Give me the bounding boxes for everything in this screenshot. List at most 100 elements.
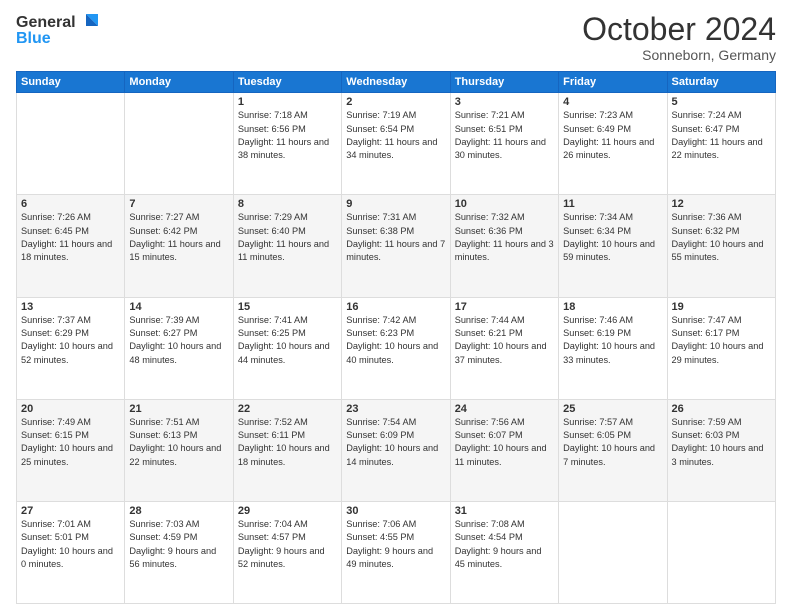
- cell-info: Sunrise: 7:21 AMSunset: 6:51 PMDaylight:…: [455, 109, 554, 162]
- weekday-header: Tuesday: [233, 72, 341, 93]
- cell-info: Sunrise: 7:26 AMSunset: 6:45 PMDaylight:…: [21, 211, 120, 264]
- calendar-cell: 11Sunrise: 7:34 AMSunset: 6:34 PMDayligh…: [559, 195, 667, 297]
- calendar: SundayMondayTuesdayWednesdayThursdayFrid…: [16, 71, 776, 604]
- cell-info: Sunrise: 7:24 AMSunset: 6:47 PMDaylight:…: [672, 109, 771, 162]
- cell-info: Sunrise: 7:59 AMSunset: 6:03 PMDaylight:…: [672, 416, 771, 469]
- cell-info: Sunrise: 7:49 AMSunset: 6:15 PMDaylight:…: [21, 416, 120, 469]
- cell-info: Sunrise: 7:23 AMSunset: 6:49 PMDaylight:…: [563, 109, 662, 162]
- cell-info: Sunrise: 7:56 AMSunset: 6:07 PMDaylight:…: [455, 416, 554, 469]
- cell-info: Sunrise: 7:04 AMSunset: 4:57 PMDaylight:…: [238, 518, 337, 571]
- cell-date-number: 23: [346, 403, 445, 415]
- calendar-cell: 9Sunrise: 7:31 AMSunset: 6:38 PMDaylight…: [342, 195, 450, 297]
- weekday-header: Wednesday: [342, 72, 450, 93]
- cell-date-number: 27: [21, 505, 120, 517]
- cell-date-number: 17: [455, 301, 554, 313]
- cell-date-number: 21: [129, 403, 228, 415]
- calendar-cell: [125, 93, 233, 195]
- calendar-cell: 12Sunrise: 7:36 AMSunset: 6:32 PMDayligh…: [667, 195, 775, 297]
- cell-info: Sunrise: 7:19 AMSunset: 6:54 PMDaylight:…: [346, 109, 445, 162]
- cell-info: Sunrise: 7:57 AMSunset: 6:05 PMDaylight:…: [563, 416, 662, 469]
- cell-date-number: 29: [238, 505, 337, 517]
- calendar-cell: 18Sunrise: 7:46 AMSunset: 6:19 PMDayligh…: [559, 297, 667, 399]
- cell-info: Sunrise: 7:31 AMSunset: 6:38 PMDaylight:…: [346, 211, 445, 264]
- weekday-header: Friday: [559, 72, 667, 93]
- calendar-cell: 8Sunrise: 7:29 AMSunset: 6:40 PMDaylight…: [233, 195, 341, 297]
- cell-date-number: 4: [563, 96, 662, 108]
- header: General Blue October 2024 Sonneborn, Ger…: [16, 12, 776, 63]
- cell-info: Sunrise: 7:29 AMSunset: 6:40 PMDaylight:…: [238, 211, 337, 264]
- cell-date-number: 3: [455, 96, 554, 108]
- location-subtitle: Sonneborn, Germany: [582, 47, 776, 63]
- cell-info: Sunrise: 7:51 AMSunset: 6:13 PMDaylight:…: [129, 416, 228, 469]
- cell-info: Sunrise: 7:39 AMSunset: 6:27 PMDaylight:…: [129, 314, 228, 367]
- weekday-header: Thursday: [450, 72, 558, 93]
- cell-info: Sunrise: 7:44 AMSunset: 6:21 PMDaylight:…: [455, 314, 554, 367]
- calendar-cell: 25Sunrise: 7:57 AMSunset: 6:05 PMDayligh…: [559, 399, 667, 501]
- calendar-cell: [17, 93, 125, 195]
- calendar-body: 1Sunrise: 7:18 AMSunset: 6:56 PMDaylight…: [17, 93, 776, 604]
- calendar-cell: 10Sunrise: 7:32 AMSunset: 6:36 PMDayligh…: [450, 195, 558, 297]
- calendar-cell: 6Sunrise: 7:26 AMSunset: 6:45 PMDaylight…: [17, 195, 125, 297]
- calendar-cell: 31Sunrise: 7:08 AMSunset: 4:54 PMDayligh…: [450, 501, 558, 603]
- cell-date-number: 5: [672, 96, 771, 108]
- calendar-cell: [559, 501, 667, 603]
- cell-info: Sunrise: 7:06 AMSunset: 4:55 PMDaylight:…: [346, 518, 445, 571]
- calendar-cell: [667, 501, 775, 603]
- calendar-cell: 26Sunrise: 7:59 AMSunset: 6:03 PMDayligh…: [667, 399, 775, 501]
- cell-info: Sunrise: 7:32 AMSunset: 6:36 PMDaylight:…: [455, 211, 554, 264]
- cell-date-number: 10: [455, 198, 554, 210]
- cell-date-number: 25: [563, 403, 662, 415]
- cell-info: Sunrise: 7:47 AMSunset: 6:17 PMDaylight:…: [672, 314, 771, 367]
- calendar-cell: 4Sunrise: 7:23 AMSunset: 6:49 PMDaylight…: [559, 93, 667, 195]
- cell-date-number: 22: [238, 403, 337, 415]
- cell-date-number: 9: [346, 198, 445, 210]
- calendar-cell: 20Sunrise: 7:49 AMSunset: 6:15 PMDayligh…: [17, 399, 125, 501]
- calendar-cell: 2Sunrise: 7:19 AMSunset: 6:54 PMDaylight…: [342, 93, 450, 195]
- cell-date-number: 15: [238, 301, 337, 313]
- cell-date-number: 1: [238, 96, 337, 108]
- cell-date-number: 7: [129, 198, 228, 210]
- cell-date-number: 19: [672, 301, 771, 313]
- cell-date-number: 14: [129, 301, 228, 313]
- month-title: October 2024: [582, 12, 776, 47]
- cell-date-number: 28: [129, 505, 228, 517]
- cell-date-number: 8: [238, 198, 337, 210]
- cell-info: Sunrise: 7:34 AMSunset: 6:34 PMDaylight:…: [563, 211, 662, 264]
- cell-date-number: 16: [346, 301, 445, 313]
- calendar-cell: 17Sunrise: 7:44 AMSunset: 6:21 PMDayligh…: [450, 297, 558, 399]
- calendar-cell: 22Sunrise: 7:52 AMSunset: 6:11 PMDayligh…: [233, 399, 341, 501]
- calendar-cell: 14Sunrise: 7:39 AMSunset: 6:27 PMDayligh…: [125, 297, 233, 399]
- cell-info: Sunrise: 7:41 AMSunset: 6:25 PMDaylight:…: [238, 314, 337, 367]
- calendar-cell: 7Sunrise: 7:27 AMSunset: 6:42 PMDaylight…: [125, 195, 233, 297]
- page: General Blue October 2024 Sonneborn, Ger…: [0, 0, 792, 612]
- cell-date-number: 2: [346, 96, 445, 108]
- weekday-header: Saturday: [667, 72, 775, 93]
- calendar-cell: 13Sunrise: 7:37 AMSunset: 6:29 PMDayligh…: [17, 297, 125, 399]
- cell-date-number: 11: [563, 198, 662, 210]
- cell-info: Sunrise: 7:54 AMSunset: 6:09 PMDaylight:…: [346, 416, 445, 469]
- calendar-cell: 15Sunrise: 7:41 AMSunset: 6:25 PMDayligh…: [233, 297, 341, 399]
- title-block: October 2024 Sonneborn, Germany: [582, 12, 776, 63]
- cell-info: Sunrise: 7:42 AMSunset: 6:23 PMDaylight:…: [346, 314, 445, 367]
- cell-date-number: 20: [21, 403, 120, 415]
- calendar-cell: 1Sunrise: 7:18 AMSunset: 6:56 PMDaylight…: [233, 93, 341, 195]
- cell-date-number: 12: [672, 198, 771, 210]
- cell-date-number: 13: [21, 301, 120, 313]
- cell-info: Sunrise: 7:27 AMSunset: 6:42 PMDaylight:…: [129, 211, 228, 264]
- calendar-cell: 28Sunrise: 7:03 AMSunset: 4:59 PMDayligh…: [125, 501, 233, 603]
- cell-info: Sunrise: 7:36 AMSunset: 6:32 PMDaylight:…: [672, 211, 771, 264]
- calendar-cell: 23Sunrise: 7:54 AMSunset: 6:09 PMDayligh…: [342, 399, 450, 501]
- cell-info: Sunrise: 7:18 AMSunset: 6:56 PMDaylight:…: [238, 109, 337, 162]
- calendar-cell: 27Sunrise: 7:01 AMSunset: 5:01 PMDayligh…: [17, 501, 125, 603]
- cell-info: Sunrise: 7:37 AMSunset: 6:29 PMDaylight:…: [21, 314, 120, 367]
- cell-date-number: 26: [672, 403, 771, 415]
- cell-info: Sunrise: 7:08 AMSunset: 4:54 PMDaylight:…: [455, 518, 554, 571]
- calendar-cell: 24Sunrise: 7:56 AMSunset: 6:07 PMDayligh…: [450, 399, 558, 501]
- cell-date-number: 24: [455, 403, 554, 415]
- cell-date-number: 18: [563, 301, 662, 313]
- logo: General Blue: [16, 12, 100, 48]
- weekday-header: Sunday: [17, 72, 125, 93]
- calendar-cell: 5Sunrise: 7:24 AMSunset: 6:47 PMDaylight…: [667, 93, 775, 195]
- calendar-cell: 16Sunrise: 7:42 AMSunset: 6:23 PMDayligh…: [342, 297, 450, 399]
- calendar-cell: 3Sunrise: 7:21 AMSunset: 6:51 PMDaylight…: [450, 93, 558, 195]
